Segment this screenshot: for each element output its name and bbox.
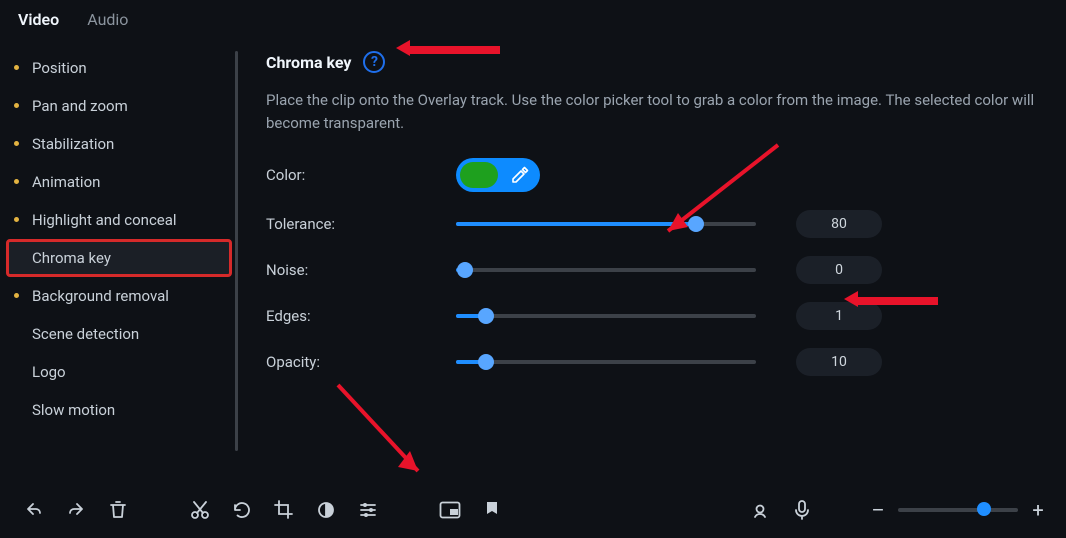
- eyedropper-icon: [510, 165, 530, 185]
- panel-description: Place the clip onto the Overlay track. U…: [266, 89, 1038, 134]
- tab-video[interactable]: Video: [18, 10, 59, 29]
- zoom-in-button[interactable]: +: [1028, 498, 1048, 522]
- delete-icon[interactable]: [102, 494, 134, 526]
- top-tabs: Video Audio: [0, 0, 1066, 35]
- color-label: Color:: [266, 166, 456, 184]
- sidebar: Position Pan and zoom Stabilization Anim…: [0, 35, 238, 483]
- cut-icon[interactable]: [184, 494, 216, 526]
- sidebar-item-scene-detection[interactable]: Scene detection: [6, 315, 232, 353]
- edges-slider[interactable]: [456, 307, 756, 325]
- sidebar-item-chroma-key[interactable]: Chroma key: [6, 239, 232, 277]
- tolerance-value[interactable]: 80: [796, 210, 882, 238]
- rotate-icon[interactable]: [226, 494, 258, 526]
- zoom-out-button[interactable]: –: [868, 498, 888, 522]
- marker-icon[interactable]: [476, 494, 508, 526]
- noise-value[interactable]: 0: [796, 256, 882, 284]
- mic-icon[interactable]: [786, 494, 818, 526]
- sliders-icon[interactable]: [352, 494, 384, 526]
- sidebar-item-animation[interactable]: Animation: [6, 163, 232, 201]
- sidebar-item-background-removal[interactable]: Background removal: [6, 277, 232, 315]
- sidebar-item-slow-motion[interactable]: Slow motion: [6, 391, 232, 429]
- sidebar-item-label: Animation: [32, 173, 100, 191]
- sidebar-item-label: Highlight and conceal: [32, 211, 177, 229]
- sidebar-item-label: Logo: [32, 363, 66, 381]
- chroma-key-panel: Chroma key ? Place the clip onto the Ove…: [238, 35, 1066, 483]
- sidebar-item-logo[interactable]: Logo: [6, 353, 232, 391]
- crop-icon[interactable]: [268, 494, 300, 526]
- sidebar-item-label: Pan and zoom: [32, 97, 128, 115]
- help-icon[interactable]: ?: [363, 51, 385, 73]
- panel-title: Chroma key: [266, 53, 351, 72]
- noise-slider[interactable]: [456, 261, 756, 279]
- edges-label: Edges:: [266, 307, 456, 325]
- tolerance-slider[interactable]: [456, 215, 756, 233]
- record-icon[interactable]: [744, 494, 776, 526]
- undo-icon[interactable]: [18, 494, 50, 526]
- opacity-slider[interactable]: [456, 353, 756, 371]
- tolerance-label: Tolerance:: [266, 215, 456, 233]
- sidebar-item-highlight-and-conceal[interactable]: Highlight and conceal: [6, 201, 232, 239]
- sidebar-item-label: Scene detection: [32, 325, 139, 343]
- redo-icon[interactable]: [60, 494, 92, 526]
- sidebar-item-pan-and-zoom[interactable]: Pan and zoom: [6, 87, 232, 125]
- opacity-value[interactable]: 10: [796, 348, 882, 376]
- sidebar-item-label: Position: [32, 59, 87, 77]
- sidebar-item-label: Chroma key: [32, 249, 111, 267]
- color-swatch: [460, 162, 498, 188]
- sidebar-item-stabilization[interactable]: Stabilization: [6, 125, 232, 163]
- sidebar-item-position[interactable]: Position: [6, 49, 232, 87]
- color-picker-button[interactable]: [456, 158, 540, 192]
- opacity-label: Opacity:: [266, 353, 456, 371]
- tab-audio[interactable]: Audio: [87, 10, 128, 29]
- zoom-control: – +: [868, 498, 1048, 522]
- sidebar-item-label: Stabilization: [32, 135, 114, 153]
- sidebar-item-label: Background removal: [32, 287, 169, 305]
- annotation-arrow: [328, 375, 438, 485]
- main-area: Position Pan and zoom Stabilization Anim…: [0, 35, 1066, 483]
- sidebar-item-label: Slow motion: [32, 401, 115, 419]
- pip-icon[interactable]: [434, 494, 466, 526]
- zoom-slider[interactable]: [898, 508, 1018, 512]
- color-adjust-icon[interactable]: [310, 494, 342, 526]
- edges-value[interactable]: 1: [796, 302, 882, 330]
- noise-label: Noise:: [266, 261, 456, 279]
- bottom-toolbar: – +: [0, 483, 1066, 537]
